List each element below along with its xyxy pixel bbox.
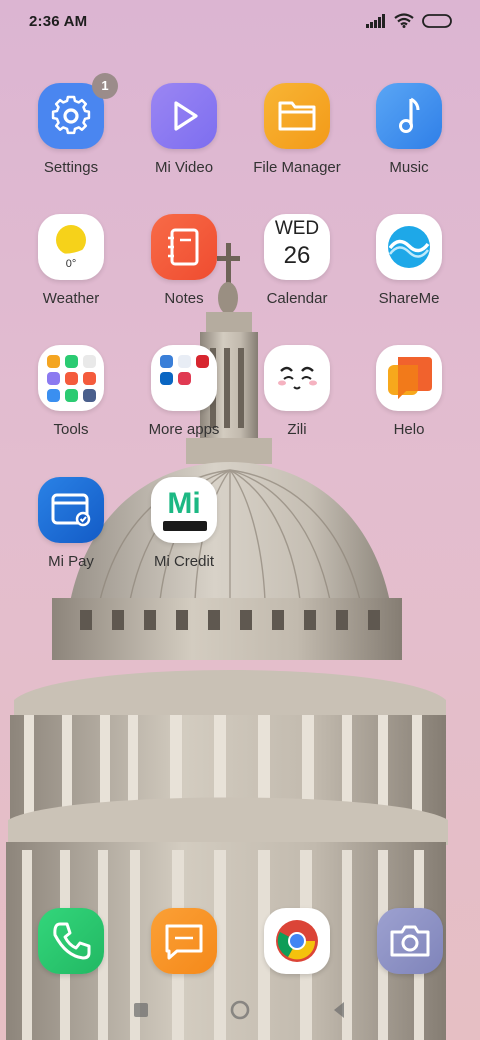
calendar-date: 26 — [283, 242, 311, 269]
mi-credit-logo-text: Mi — [167, 487, 201, 520]
play-icon — [151, 83, 217, 149]
app-label: Mi Video — [154, 159, 214, 176]
app-tools-folder[interactable]: Tools — [15, 345, 127, 465]
app-label: Tools — [53, 421, 89, 438]
weather-temp: 0° — [65, 258, 77, 270]
calendar-icon: WED 26 — [264, 214, 330, 280]
app-label: Zili — [287, 421, 307, 438]
helo-icon — [376, 345, 442, 411]
app-label: Calendar — [266, 290, 328, 307]
sun-icon: 0° — [38, 214, 104, 280]
recents-button[interactable] — [127, 996, 155, 1024]
apps-folder-icon — [151, 345, 217, 411]
dock-camera[interactable] — [377, 908, 443, 974]
chrome-icon — [276, 920, 318, 962]
mi-credit-icon: Mi — [151, 477, 217, 543]
app-label: Weather — [42, 290, 100, 307]
app-zili[interactable]: Zili — [241, 345, 353, 465]
back-button[interactable] — [325, 996, 353, 1024]
app-music[interactable]: Music — [353, 83, 465, 203]
app-mi-video[interactable]: Mi Video — [128, 83, 240, 203]
recents-icon — [134, 1003, 148, 1017]
navigation-bar — [0, 990, 480, 1030]
app-label: File Manager — [253, 159, 341, 176]
app-shareme[interactable]: ShareMe — [353, 214, 465, 334]
app-grid: 1 Settings Mi Video File Manager Music 0… — [0, 0, 480, 1040]
app-file-manager[interactable]: File Manager — [241, 83, 353, 203]
message-icon — [165, 924, 203, 960]
zili-face-icon — [264, 345, 330, 411]
home-icon — [230, 1000, 250, 1020]
app-weather[interactable]: 0° Weather — [15, 214, 127, 334]
app-calendar[interactable]: WED 26 Calendar — [241, 214, 353, 334]
app-label: Notes — [164, 290, 204, 307]
app-label: More apps — [148, 421, 220, 438]
dock-phone[interactable] — [38, 908, 104, 974]
app-label: Helo — [393, 421, 425, 438]
camera-icon — [390, 925, 430, 957]
calendar-day: WED — [274, 218, 320, 239]
app-notes[interactable]: Notes — [128, 214, 240, 334]
dock-messaging[interactable] — [151, 908, 217, 974]
wallet-icon — [38, 477, 104, 543]
notification-badge: 1 — [92, 73, 118, 99]
tools-folder-icon — [38, 345, 104, 411]
app-label: Mi Pay — [48, 553, 94, 570]
music-note-icon — [376, 83, 442, 149]
app-mi-pay[interactable]: Mi Pay — [15, 477, 127, 597]
dock-chrome[interactable] — [264, 908, 330, 974]
notebook-icon — [151, 214, 217, 280]
app-label: ShareMe — [378, 290, 440, 307]
app-mi-credit[interactable]: Mi Mi Credit — [128, 477, 240, 597]
app-more-apps-folder[interactable]: More apps — [128, 345, 240, 465]
folder-icon — [264, 83, 330, 149]
phone-icon — [53, 922, 91, 960]
shareme-icon — [376, 214, 442, 280]
app-settings[interactable]: 1 Settings — [15, 73, 127, 203]
app-helo[interactable]: Helo — [353, 345, 465, 465]
app-label: Music — [389, 159, 429, 176]
back-icon — [334, 1002, 344, 1018]
app-label: Settings — [43, 159, 99, 176]
home-button[interactable] — [226, 996, 254, 1024]
app-label: Mi Credit — [153, 553, 214, 570]
